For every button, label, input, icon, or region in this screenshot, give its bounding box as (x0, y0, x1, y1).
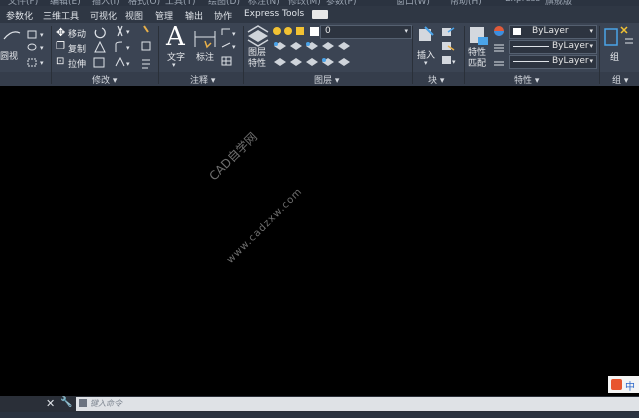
text-icon: A (166, 22, 185, 52)
command-input[interactable]: 键入命令 (76, 397, 639, 411)
tab-parametric[interactable]: 参数化 (6, 9, 33, 22)
tab-view[interactable]: 视图 (125, 9, 143, 22)
layer-state-icons[interactable] (272, 25, 322, 37)
drawing-canvas[interactable] (0, 86, 639, 393)
menu-item[interactable]: Express (505, 0, 540, 4)
dimension-icon (194, 31, 216, 49)
group-button[interactable]: 组 (610, 50, 619, 63)
match-properties-icon (470, 27, 488, 45)
insert-block-icon (419, 26, 434, 41)
svg-text:▾: ▾ (452, 58, 456, 66)
color-swatch (513, 28, 521, 35)
panel-separator (243, 26, 244, 84)
command-history-icon[interactable] (79, 399, 87, 407)
svg-text:▾: ▾ (232, 43, 236, 51)
modify-tools-icons[interactable]: ▾ ▾ ▾ (92, 24, 154, 70)
svg-text:▾: ▾ (232, 30, 236, 38)
wrench-icon[interactable]: 🔧 (60, 397, 72, 408)
panel-title-groups[interactable]: 组 ▾ (612, 73, 628, 86)
text-dropdown-icon[interactable]: ▾ (172, 61, 176, 69)
panel-title-block[interactable]: 块 ▾ (428, 73, 444, 86)
group-icon (604, 26, 633, 46)
tab-collaborate[interactable]: 协作 (214, 9, 232, 22)
svg-text:▾: ▾ (40, 31, 44, 39)
linetype-dropdown[interactable]: ByLayer ▾ (509, 40, 597, 54)
match-properties-button[interactable]: 特性 匹配 (468, 48, 486, 70)
chevron-down-icon: ▾ (589, 57, 593, 65)
layer-dropdown[interactable]: 0 ▾ (320, 25, 412, 39)
ime-logo-icon (611, 379, 622, 390)
command-placeholder: 键入命令 (90, 399, 122, 408)
chevron-down-icon: ▾ (589, 27, 593, 35)
svg-text:▾: ▾ (126, 60, 130, 68)
close-icon[interactable]: ✕ (46, 397, 55, 410)
stretch-button[interactable]: 拉伸 (68, 57, 86, 70)
panel-separator (51, 26, 52, 84)
linetype-sample (513, 46, 549, 47)
layer-properties-icon (247, 25, 269, 47)
lineweight-value: ByLayer (552, 56, 589, 66)
svg-text:▾: ▾ (40, 44, 44, 52)
tab-express-tools[interactable]: Express Tools (244, 9, 304, 19)
layer-properties-button[interactable]: 图层 特性 (248, 48, 266, 70)
tab-output[interactable]: 输出 (185, 9, 203, 22)
move-button[interactable]: 移动 (68, 27, 86, 40)
tab-visualize[interactable]: 可视化 (90, 9, 117, 22)
color-value: ByLayer (532, 26, 569, 36)
panel-separator (464, 26, 465, 84)
text-button[interactable]: 文字 (167, 50, 185, 63)
tab-overflow-button[interactable] (312, 10, 328, 19)
tab-3d-tools[interactable]: 三维工具 (43, 9, 79, 22)
color-dropdown[interactable]: ByLayer ▾ (509, 25, 597, 39)
panel-title-properties[interactable]: 特性 ▾ (514, 73, 539, 86)
panel-separator (599, 26, 600, 84)
svg-text:▾: ▾ (126, 44, 130, 52)
status-bar (0, 412, 639, 418)
lineweight-dropdown[interactable]: ByLayer ▾ (509, 55, 597, 69)
current-layer-value: 0 (325, 26, 331, 36)
insert-dropdown-icon[interactable]: ▾ (424, 59, 428, 67)
panel-title-modify[interactable]: 修改 ▾ (92, 73, 117, 86)
copy-icon: ❐ (56, 41, 65, 52)
draw-circle-view-label[interactable]: 圆视 (0, 49, 18, 62)
ime-badge[interactable]: 中 (608, 376, 639, 393)
panel-title-layers[interactable]: 图层 ▾ (314, 73, 339, 86)
copy-button[interactable]: 复制 (68, 42, 86, 55)
ribbon-tabs: 参数化 三维工具 可视化 视图 管理 输出 协作 Express Tools (0, 6, 639, 23)
panel-separator (158, 26, 159, 84)
tab-manage[interactable]: 管理 (155, 9, 173, 22)
svg-text:▾: ▾ (40, 59, 44, 67)
lineweight-sample (513, 61, 549, 62)
annotate-extra-icons[interactable]: ▾ ▾ (220, 27, 240, 71)
chevron-down-icon: ▾ (589, 42, 593, 50)
ime-mode: 中 (625, 382, 635, 393)
property-tool-icons[interactable] (492, 25, 506, 69)
move-icon: ✥ (56, 26, 66, 39)
layer-tool-icons[interactable] (272, 40, 352, 70)
panel-separator (412, 26, 413, 84)
block-tool-icons[interactable]: ▾ (440, 26, 458, 70)
linetype-value: ByLayer (552, 41, 589, 51)
stretch-icon: ⊡ (56, 56, 65, 67)
svg-text:▾: ▾ (126, 28, 130, 36)
dimension-button[interactable]: 标注 (196, 50, 214, 63)
chevron-down-icon: ▾ (404, 27, 408, 35)
panel-title-annotate[interactable]: 注释 ▾ (190, 73, 215, 86)
